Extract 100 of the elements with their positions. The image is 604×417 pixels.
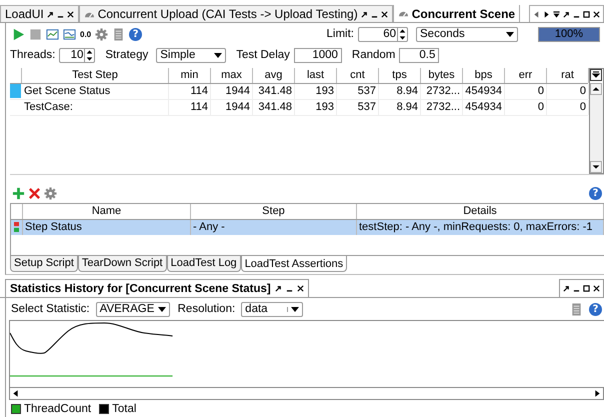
column-header[interactable]: tps	[379, 68, 421, 83]
table-cell: 193	[295, 100, 337, 115]
strategy-dropdown[interactable]: Simple	[156, 48, 226, 62]
resolution-dropdown[interactable]: data	[241, 302, 304, 316]
column-header[interactable]: bytes	[421, 68, 463, 83]
pin-icon[interactable]	[563, 285, 570, 292]
unit-dropdown[interactable]: Seconds	[416, 26, 518, 42]
random-label: Random	[352, 49, 396, 61]
column-header[interactable]: Details	[357, 204, 604, 219]
spinner-arrows-icon[interactable]	[84, 48, 94, 62]
table-cell: - Any -	[191, 220, 357, 235]
table-cell: 341.48	[253, 100, 295, 115]
panel-tab[interactable]: TearDown Script	[78, 256, 167, 272]
column-chooser-icon[interactable]	[590, 69, 602, 81]
table-cell: 537	[337, 100, 379, 115]
table-cell: testStep: - Any -, minRequests: 0, maxErrors: -1	[357, 220, 604, 235]
column-header[interactable]: min	[169, 68, 211, 83]
table-cell: 0	[505, 100, 547, 115]
test-delay-label: Test Delay	[236, 49, 290, 61]
threads-spinner[interactable]: 10	[59, 48, 96, 62]
graph-icon[interactable]	[63, 28, 76, 40]
gauge-icon	[398, 9, 409, 18]
table-cell: 0	[547, 84, 589, 99]
settings-icon[interactable]	[95, 28, 108, 40]
progress-bar: 100%	[538, 26, 600, 42]
table-cell: 1944	[211, 84, 253, 99]
column-header[interactable]: Step	[191, 204, 357, 219]
table-cell: 114	[169, 100, 211, 115]
help-button[interactable]: ?	[129, 28, 142, 40]
test-delay-field[interactable]: 1000	[294, 48, 342, 62]
column-header[interactable]: rat	[547, 68, 589, 83]
table-cell: 8.94	[379, 100, 421, 115]
scroll-right-icon[interactable]	[543, 10, 550, 18]
help-button[interactable]: ?	[589, 186, 602, 200]
delete-icon[interactable]	[28, 186, 41, 200]
limit-spinner[interactable]: 60	[358, 26, 408, 42]
run-icon[interactable]	[12, 28, 25, 40]
table-cell: 537	[337, 84, 379, 99]
document-tab[interactable]: Concurrent Upload (CAI Tests -> Upload Testing)	[78, 5, 393, 22]
table-cell: 454934	[463, 100, 505, 115]
table-cell: 2732...	[421, 84, 463, 99]
column-header[interactable]: err	[505, 68, 547, 83]
table-cell: Get Scene Status	[22, 84, 169, 99]
panel-tab[interactable]: Statistics History for [Concurrent Scene Status]	[5, 279, 309, 297]
document-tab[interactable]: Concurrent Scene	[392, 5, 520, 22]
document-icon[interactable]	[570, 302, 583, 316]
document-icon[interactable]	[112, 28, 126, 40]
table-cell: 454934	[463, 84, 505, 99]
column-header[interactable]: avg	[253, 68, 295, 83]
gauge-icon	[84, 10, 95, 18]
panel-title: Statistics History for [Concurrent Scene Status]	[10, 282, 271, 294]
scroll-up-icon[interactable]	[590, 83, 602, 95]
help-button[interactable]: ?	[589, 302, 602, 316]
document-tab[interactable]: LoadUI	[0, 5, 79, 22]
vertical-scrollbar[interactable]	[589, 68, 604, 174]
column-header[interactable]: Test Step	[22, 68, 169, 83]
column-header[interactable]: bps	[463, 68, 505, 83]
caret-icon	[214, 52, 222, 58]
table-cell: 0	[505, 84, 547, 99]
column-header[interactable]: max	[211, 68, 253, 83]
threads-label: Threads:	[10, 49, 56, 61]
column-header[interactable]: cnt	[337, 68, 379, 83]
tab-list-icon[interactable]	[553, 10, 560, 18]
random-field[interactable]: 0.5	[399, 48, 440, 62]
legend-label: Total	[112, 403, 136, 415]
settings-icon[interactable]	[44, 186, 57, 200]
status-icon	[14, 221, 19, 233]
column-header[interactable]: last	[295, 68, 337, 83]
table-cell: 1944	[211, 100, 253, 115]
close-icon[interactable]	[593, 10, 600, 18]
close-icon[interactable]	[66, 10, 74, 18]
add-icon[interactable]	[12, 186, 25, 200]
pin-icon[interactable]	[563, 10, 570, 18]
resolution-label: Resolution:	[178, 303, 236, 315]
statistics-button[interactable]: 0.0	[80, 30, 92, 38]
statistic-dropdown[interactable]: AVERAGE	[96, 302, 170, 316]
maximize-icon[interactable]	[583, 10, 590, 18]
panel-tab[interactable]: Setup Script	[10, 256, 78, 272]
horizontal-scrollbar[interactable]	[9, 388, 604, 400]
strategy-label: Strategy	[105, 49, 148, 61]
caret-icon	[287, 306, 300, 312]
legend-label: ThreadCount	[24, 403, 92, 415]
table-cell: Step Status	[23, 220, 191, 235]
close-icon[interactable]	[380, 10, 388, 18]
panel-tab[interactable]: LoadTest Assertions	[240, 256, 348, 272]
graph-icon[interactable]	[46, 28, 59, 40]
close-icon[interactable]	[593, 285, 600, 292]
panel-tab[interactable]: LoadTest Log	[166, 256, 241, 272]
table-cell: 8.94	[379, 84, 421, 99]
pin-icon[interactable]	[274, 285, 282, 292]
pin-icon[interactable]	[360, 10, 368, 18]
pin-icon[interactable]	[46, 10, 54, 18]
caret-icon	[506, 32, 514, 36]
column-header[interactable]: Name	[23, 204, 191, 219]
close-icon[interactable]	[296, 285, 304, 292]
table-cell: TestCase:	[22, 100, 169, 115]
maximize-icon[interactable]	[583, 285, 590, 292]
scroll-down-icon[interactable]	[590, 161, 602, 173]
spinner-arrows-icon[interactable]	[397, 28, 407, 40]
assertion-row[interactable]: Step Status - Any - testStep: - Any -, minRequests: 0, maxErrors: -1	[11, 220, 604, 235]
